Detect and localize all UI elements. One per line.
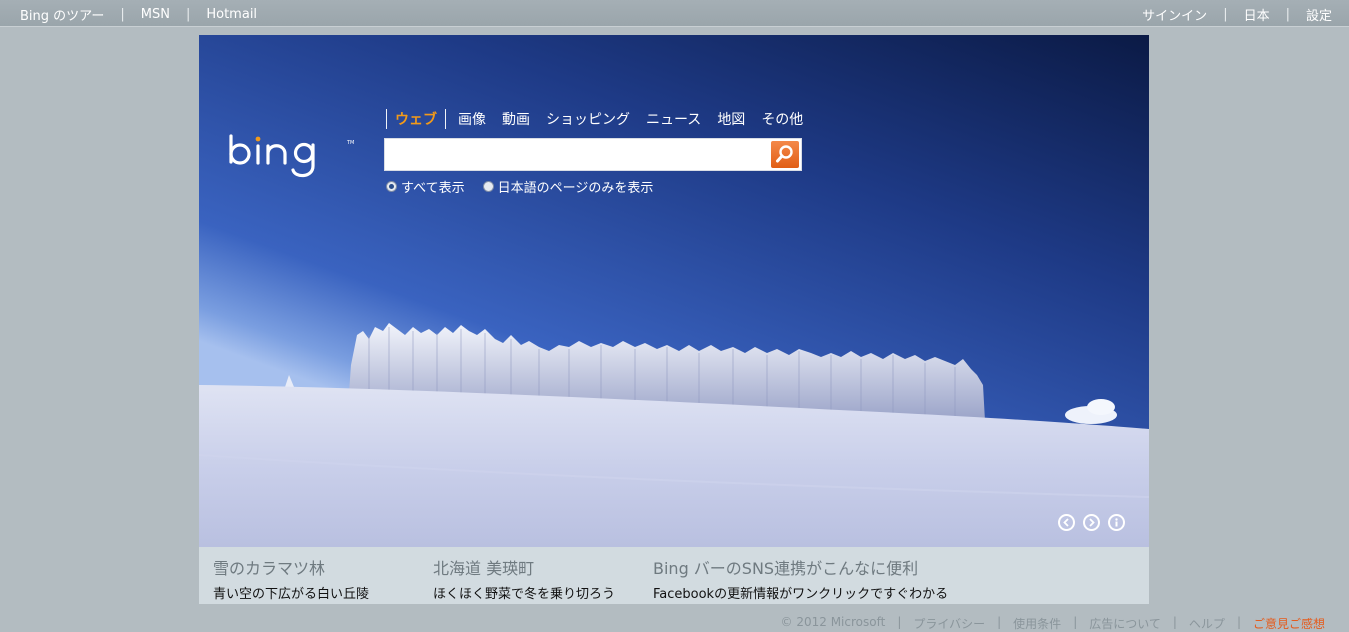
caption-3[interactable]: Bing バーのSNS連携がこんなに便利 Facebookの更新情報がワンクリッ… [653,555,948,602]
radio-japanese-only[interactable]: 日本語のページのみを表示 [482,177,654,196]
hotmail-link[interactable]: Hotmail [206,7,257,22]
chevron-right-icon [1089,518,1095,527]
separator: | [1223,7,1228,22]
tab-videos[interactable]: 動画 [502,109,530,129]
privacy-link[interactable]: プライバシー [913,615,985,632]
caption-subtitle[interactable]: ほくほく野菜で冬を乗り切ろう [433,583,615,602]
separator: | [1285,7,1290,22]
separator: | [997,615,1002,629]
tab-web[interactable]: ウェブ [386,109,446,129]
svg-text:TM: TM [346,140,354,146]
advertise-link[interactable]: 広告について [1089,615,1161,632]
bing-logo-icon: TM [229,134,354,178]
separator: | [897,615,902,629]
radio-selected-icon[interactable] [386,181,397,192]
separator: | [1236,615,1241,629]
region-link[interactable]: 日本 [1244,5,1270,24]
search-box [384,138,802,171]
tab-images[interactable]: 画像 [458,109,486,129]
separator: | [1073,615,1078,629]
search-button[interactable] [771,141,799,168]
caption-subtitle[interactable]: Facebookの更新情報がワンクリックですぐわかる [653,583,948,602]
bing-logo[interactable]: TM [227,132,357,188]
caption-2[interactable]: 北海道 美瑛町 ほくほく野菜で冬を乗り切ろう [433,555,615,602]
terms-link[interactable]: 使用条件 [1013,615,1061,632]
separator: | [1172,615,1177,629]
caption-title[interactable]: 雪のカラマツ林 [213,555,369,579]
sign-in-link[interactable]: サインイン [1142,5,1207,24]
separator: | [185,7,191,22]
caption-1[interactable]: 雪のカラマツ林 青い空の下広がる白い丘陵 [213,555,369,602]
caption-title[interactable]: 北海道 美瑛町 [433,555,615,579]
chevron-left-icon [1063,518,1069,527]
image-nav [1058,514,1133,531]
info-icon [1115,518,1118,527]
image-info-button[interactable] [1108,514,1125,531]
radio-all[interactable]: すべて表示 [386,177,465,196]
msn-link[interactable]: MSN [141,7,170,22]
tab-more[interactable]: その他 [761,109,803,129]
tab-shopping[interactable]: ショッピング [546,109,630,129]
search-input[interactable] [385,139,765,170]
help-link[interactable]: ヘルプ [1189,615,1225,632]
settings-link[interactable]: 設定 [1306,5,1332,24]
copyright: © 2012 Microsoft [780,615,886,629]
language-filter: すべて表示 日本語のページのみを表示 [386,177,671,196]
tour-link[interactable]: Bing のツアー [20,5,104,24]
top-bar: Bing のツアー | MSN | Hotmail サインイン | 日本 | 設… [0,0,1349,27]
feedback-link[interactable]: ご意見ご感想 [1253,615,1325,632]
separator: | [120,7,125,22]
caption-title[interactable]: Bing バーのSNS連携がこんなに便利 [653,555,948,579]
radio-japanese-label: 日本語のページのみを表示 [497,181,654,196]
tab-news[interactable]: ニュース [646,109,701,129]
tab-maps[interactable]: 地図 [717,109,745,129]
hotspot-captions: 雪のカラマツ林 青い空の下広がる白い丘陵 北海道 美瑛町 ほくほく野菜で冬を乗り… [199,547,1149,604]
previous-image-button[interactable] [1058,514,1075,531]
radio-all-label: すべて表示 [401,181,465,196]
radio-unselected-icon[interactable] [482,181,494,192]
search-scopes: ウェブ 画像 動画 ショッピング ニュース 地図 その他 [386,108,819,130]
top-right-links: サインイン | 日本 | 設定 [1142,5,1332,24]
footer: © 2012 Microsoft | プライバシー | 使用条件 | 広告につい… [781,615,1325,632]
next-image-button[interactable] [1083,514,1100,531]
caption-subtitle[interactable]: 青い空の下広がる白い丘陵 [213,583,369,602]
search-icon [776,145,793,163]
top-left-links: Bing のツアー | MSN | Hotmail [20,5,257,24]
background-image: TM ウェブ 画像 動画 ショッピング ニュース 地図 その他 すべて表示 日本… [199,35,1149,547]
